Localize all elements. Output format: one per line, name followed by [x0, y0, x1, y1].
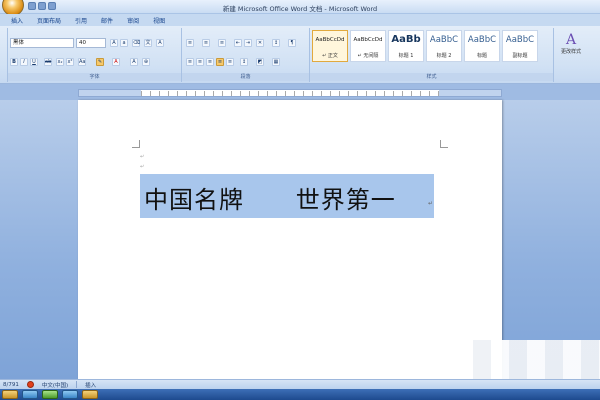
folder-icon[interactable]	[2, 390, 18, 399]
media-icon[interactable]	[62, 390, 78, 399]
paragraph-group: ≡ ≡ ≡ ⇤ ⇥ ✕ ↕ ¶ ≡ ≡ ≡ ≡ ≡ ↕ ◩ ▦ 段落	[182, 28, 310, 82]
language-indicator[interactable]: 中文(中国)	[42, 381, 68, 389]
align-right-icon[interactable]: ≡	[206, 58, 214, 66]
style-heading-2[interactable]: AaBbC 标题 2	[426, 30, 462, 62]
distributed-icon[interactable]: ≡	[226, 58, 234, 66]
insert-mode-indicator[interactable]: 插入	[85, 381, 96, 389]
proofing-icon[interactable]	[26, 381, 34, 388]
status-separator	[76, 381, 78, 388]
superscript-icon[interactable]: x²	[66, 58, 74, 66]
shrink-font-icon[interactable]: a	[120, 39, 128, 47]
style-sample: AaBbC	[505, 35, 535, 45]
numbering-icon[interactable]: ≡	[202, 39, 210, 47]
change-styles-button[interactable]: A 更改样式	[556, 32, 586, 55]
style-no-spacing[interactable]: AaBbCcDd ↵ 无间隔	[350, 30, 386, 62]
enclose-char-icon[interactable]: ⊕	[142, 58, 150, 66]
strikethrough-icon[interactable]: ab	[44, 58, 52, 66]
grow-font-icon[interactable]: A	[110, 39, 118, 47]
style-subtitle[interactable]: AaBbC 副标题	[502, 30, 538, 62]
align-left-icon[interactable]: ≡	[186, 58, 194, 66]
word-icon[interactable]	[82, 390, 98, 399]
page-count[interactable]: 8/791	[3, 382, 19, 388]
document-page[interactable]: ↵ ↵ 中国名牌 世界第一 ↵	[78, 100, 502, 379]
window-title: 新建 Microsoft Office Word 文档 - Microsoft …	[222, 5, 378, 13]
multilevel-list-icon[interactable]: ≡	[218, 39, 226, 47]
styles-group-label: 样式	[310, 73, 553, 81]
increase-indent-icon[interactable]: ⇥	[244, 39, 252, 47]
font-name-select[interactable]: 黑体	[10, 38, 74, 48]
chinese-layout-icon[interactable]: ✕	[256, 39, 264, 47]
font-size-select[interactable]: 40	[76, 38, 106, 48]
style-name: 标题 1	[398, 53, 414, 59]
document-area: ↵ ↵ 中国名牌 世界第一 ↵	[0, 100, 600, 379]
tab-page-layout[interactable]: 页面布局	[30, 14, 68, 26]
style-sample: AaBbC	[467, 35, 497, 45]
char-shading-icon[interactable]: A	[130, 58, 138, 66]
sort-icon[interactable]: ↕	[272, 39, 280, 47]
horizontal-ruler[interactable]	[78, 89, 502, 97]
change-styles-icon: A	[565, 32, 577, 48]
title-bar: 新建 Microsoft Office Word 文档 - Microsoft …	[0, 0, 600, 16]
style-name: ↵ 正文	[322, 53, 338, 59]
highlight-icon[interactable]: ✎	[96, 58, 104, 66]
style-sample: AaBb	[391, 34, 421, 45]
shading-icon[interactable]: ◩	[256, 58, 264, 66]
paragraph-group-label: 段落	[182, 73, 309, 81]
paragraph-mark-icon: ↵	[140, 154, 145, 160]
tab-insert[interactable]: 插入	[4, 14, 30, 26]
change-styles-label: 更改样式	[560, 49, 581, 55]
borders-icon[interactable]: ▦	[272, 58, 280, 66]
style-name: ↵ 无间隔	[357, 53, 379, 59]
ruler-area	[0, 84, 600, 100]
decrease-indent-icon[interactable]: ⇤	[234, 39, 242, 47]
tab-review[interactable]: 审阅	[120, 14, 146, 26]
document-text[interactable]: 中国名牌 世界第一	[144, 180, 396, 215]
paragraph-mark-icon: ↵	[140, 164, 145, 170]
style-sample: AaBbCcDd	[315, 37, 345, 43]
font-color-icon[interactable]: A	[112, 58, 120, 66]
change-case-icon[interactable]: Aa	[78, 58, 86, 66]
font-group-label: 字体	[8, 73, 181, 81]
font-group: 黑体 40 A a ⌫ 文 A B I U ab x₂ x² Aa ✎ A A …	[8, 28, 182, 82]
underline-icon[interactable]: U	[30, 58, 38, 66]
style-name: 标题 2	[436, 53, 452, 59]
ribbon-tabs: 插入 页面布局 引用 邮件 审阅 视图	[0, 14, 600, 26]
char-border-icon[interactable]: A	[156, 39, 164, 47]
app-icon[interactable]	[42, 390, 58, 399]
subscript-icon[interactable]: x₂	[56, 58, 64, 66]
style-name: 副标题	[512, 53, 528, 59]
style-heading-1[interactable]: AaBb 标题 1	[388, 30, 424, 62]
ruler-ticks	[141, 91, 439, 96]
style-sample: AaBbC	[429, 35, 459, 45]
quick-styles-gallery: AaBbCcDd ↵ 正文 AaBbCcDd ↵ 无间隔 AaBb 标题 1 A…	[312, 30, 538, 62]
bold-icon[interactable]: B	[10, 58, 18, 66]
style-sample: AaBbCcDd	[353, 37, 383, 43]
tab-references[interactable]: 引用	[68, 14, 94, 26]
status-bar: 8/791 中文(中国) 插入	[0, 379, 600, 389]
align-center-icon[interactable]: ≡	[196, 58, 204, 66]
line-spacing-icon[interactable]: ↕	[240, 58, 248, 66]
margin-corner-top-left	[132, 140, 140, 148]
tab-mailings[interactable]: 邮件	[94, 14, 120, 26]
clipboard-group	[0, 28, 8, 82]
taskbar	[0, 389, 600, 400]
bullets-icon[interactable]: ≡	[186, 39, 194, 47]
show-marks-icon[interactable]: ¶	[288, 39, 296, 47]
clear-format-icon[interactable]: ⌫	[132, 39, 140, 47]
tab-view[interactable]: 视图	[146, 14, 172, 26]
browser-icon[interactable]	[22, 390, 38, 399]
margin-corner-top-right	[440, 140, 448, 148]
italic-icon[interactable]: I	[20, 58, 28, 66]
style-name: 标题	[476, 53, 487, 59]
paragraph-end-mark-icon: ↵	[428, 200, 434, 207]
ribbon: 黑体 40 A a ⌫ 文 A B I U ab x₂ x² Aa ✎ A A …	[0, 26, 600, 84]
style-title[interactable]: AaBbC 标题	[464, 30, 500, 62]
phonetic-icon[interactable]: 文	[144, 39, 152, 47]
style-normal[interactable]: AaBbCcDd ↵ 正文	[312, 30, 348, 62]
justify-icon[interactable]: ≡	[216, 58, 224, 66]
